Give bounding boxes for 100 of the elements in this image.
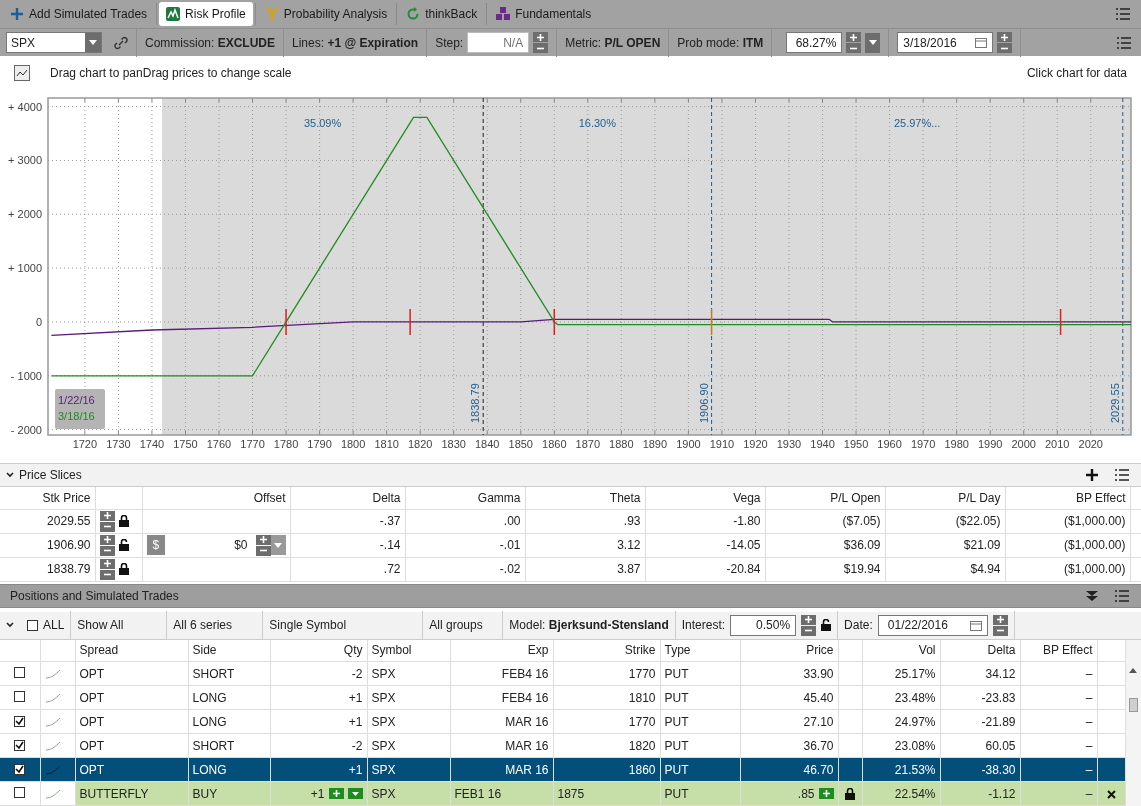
lock-icon[interactable] — [845, 788, 855, 801]
add-icon[interactable] — [1086, 469, 1098, 481]
table-cell: ($1,000.00) — [1005, 509, 1130, 533]
table-cell: +1 — [270, 757, 367, 782]
caret-icon — [274, 542, 282, 548]
checkbox[interactable] — [14, 739, 26, 751]
tab[interactable]: Add Simulated Trades — [3, 2, 155, 26]
x-tick-label: 1840 — [475, 438, 500, 450]
commission-selector[interactable]: Commission: EXCLUDE — [145, 33, 276, 52]
step-field[interactable]: N/A — [467, 32, 530, 53]
model-selector[interactable]: Model: Bjerksund-Stensland — [509, 616, 669, 634]
increment-button[interactable] — [99, 558, 115, 569]
column-header: Exp — [450, 639, 553, 662]
minus-icon — [103, 571, 111, 578]
y-tick-label: + 1000 — [8, 262, 42, 275]
close-icon[interactable] — [1106, 789, 1116, 799]
symbol-filter[interactable]: Single Symbol — [269, 616, 347, 634]
offset-value: $0 — [234, 537, 248, 554]
group-filter[interactable]: All groups — [429, 616, 483, 634]
symbol-dropdown[interactable]: SPX — [6, 32, 102, 53]
tab[interactable]: Risk Profile — [159, 2, 253, 26]
table-cell: FEB4 16 — [450, 685, 553, 710]
plus-icon — [1001, 33, 1009, 41]
checkbox[interactable] — [14, 715, 26, 727]
decrement-button[interactable] — [992, 625, 1008, 636]
calendar-icon[interactable] — [969, 619, 982, 631]
lock-icon[interactable] — [118, 515, 129, 527]
scroll-up-icon[interactable] — [1129, 667, 1138, 673]
table-cell: PUT — [660, 685, 740, 710]
interest-field[interactable]: 0.50% — [730, 614, 797, 636]
menu-icon[interactable] — [1115, 469, 1129, 481]
increment-button[interactable] — [533, 32, 549, 42]
checkbox[interactable] — [14, 690, 26, 702]
increment-button[interactable] — [846, 32, 862, 42]
table-cell: 3.87 — [525, 557, 645, 581]
increment-button[interactable] — [997, 32, 1013, 42]
chevron-down-icon[interactable] — [6, 472, 14, 478]
probability-label: 16.30% — [578, 117, 616, 129]
tab[interactable]: Probability Analysis — [257, 2, 395, 26]
decrement-button[interactable] — [255, 545, 271, 556]
lock-icon[interactable] — [118, 563, 129, 575]
collapse-icon[interactable] — [1086, 590, 1098, 601]
checkbox[interactable] — [14, 786, 26, 798]
increment-button[interactable] — [818, 788, 834, 799]
chevron-down-icon[interactable] — [6, 622, 14, 628]
table-cell: -.14 — [290, 533, 405, 557]
table-cell: LONG — [188, 709, 270, 734]
table-cell: 3.12 — [525, 533, 645, 557]
date-field[interactable]: 01/22/2016 — [877, 614, 988, 636]
table-cell: MAR 16 — [450, 709, 553, 734]
plus-icon — [537, 33, 545, 41]
checkbox[interactable] — [14, 666, 26, 678]
show-filter[interactable]: Show All — [77, 616, 124, 634]
increment-button[interactable] — [99, 534, 115, 545]
table-cell: 1860 — [553, 757, 660, 782]
scrollbar-thumb[interactable] — [1128, 697, 1138, 712]
table-cell: 1770 — [553, 709, 660, 734]
dropdown-button[interactable] — [865, 32, 881, 53]
table-cell: SPX — [367, 733, 450, 758]
prob-mode-selector[interactable]: Prob mode: ITM — [677, 33, 764, 52]
increment-button[interactable] — [255, 534, 271, 545]
series-filter[interactable]: All 6 series — [173, 616, 233, 634]
table-cell: ($1,000.00) — [1005, 557, 1130, 581]
calendar-icon[interactable] — [975, 37, 988, 48]
x-tick-label: 1950 — [843, 438, 869, 450]
increment-button[interactable] — [801, 614, 817, 625]
probability-field[interactable]: 68.27% — [786, 32, 843, 53]
metric-selector[interactable]: Metric: P/L OPEN — [565, 33, 661, 52]
decrement-button[interactable] — [99, 521, 115, 532]
decrement-button[interactable] — [846, 43, 862, 53]
unit-tag[interactable]: $ — [146, 535, 166, 555]
decrement-button[interactable] — [99, 569, 115, 580]
x-tick-label: 1960 — [877, 438, 902, 450]
increment-button[interactable] — [328, 788, 344, 799]
tab[interactable]: thinkBack — [399, 2, 485, 26]
table-cell: 23.08% — [862, 733, 940, 758]
increment-button[interactable] — [992, 614, 1008, 625]
table-cell: LONG — [188, 685, 270, 710]
curve-icon — [44, 765, 61, 776]
date-field[interactable]: 3/18/2016 — [897, 32, 994, 53]
decrement-button[interactable] — [801, 625, 817, 636]
checkbox[interactable] — [14, 763, 26, 775]
unlock-icon[interactable] — [118, 539, 129, 551]
menu-icon[interactable] — [1117, 36, 1131, 49]
menu-icon[interactable] — [1115, 589, 1129, 602]
decrement-button[interactable] — [997, 43, 1013, 53]
increment-button[interactable] — [99, 510, 115, 521]
checkbox[interactable] — [27, 619, 38, 631]
link-icon[interactable] — [114, 35, 128, 50]
x-tick-label: 1790 — [307, 438, 332, 450]
x-tick-label: 1830 — [441, 438, 466, 450]
tab[interactable]: Fundamentals — [489, 2, 599, 26]
dropdown-button[interactable] — [347, 788, 363, 799]
column-header: Vol — [862, 639, 940, 662]
decrement-button[interactable] — [533, 43, 549, 53]
unlock-icon[interactable] — [821, 619, 832, 631]
decrement-button[interactable] — [99, 545, 115, 556]
menu-icon[interactable] — [1116, 8, 1130, 20]
chart-icon[interactable] — [14, 65, 30, 81]
lines-selector[interactable]: Lines: +1 @ Expiration — [292, 33, 419, 52]
